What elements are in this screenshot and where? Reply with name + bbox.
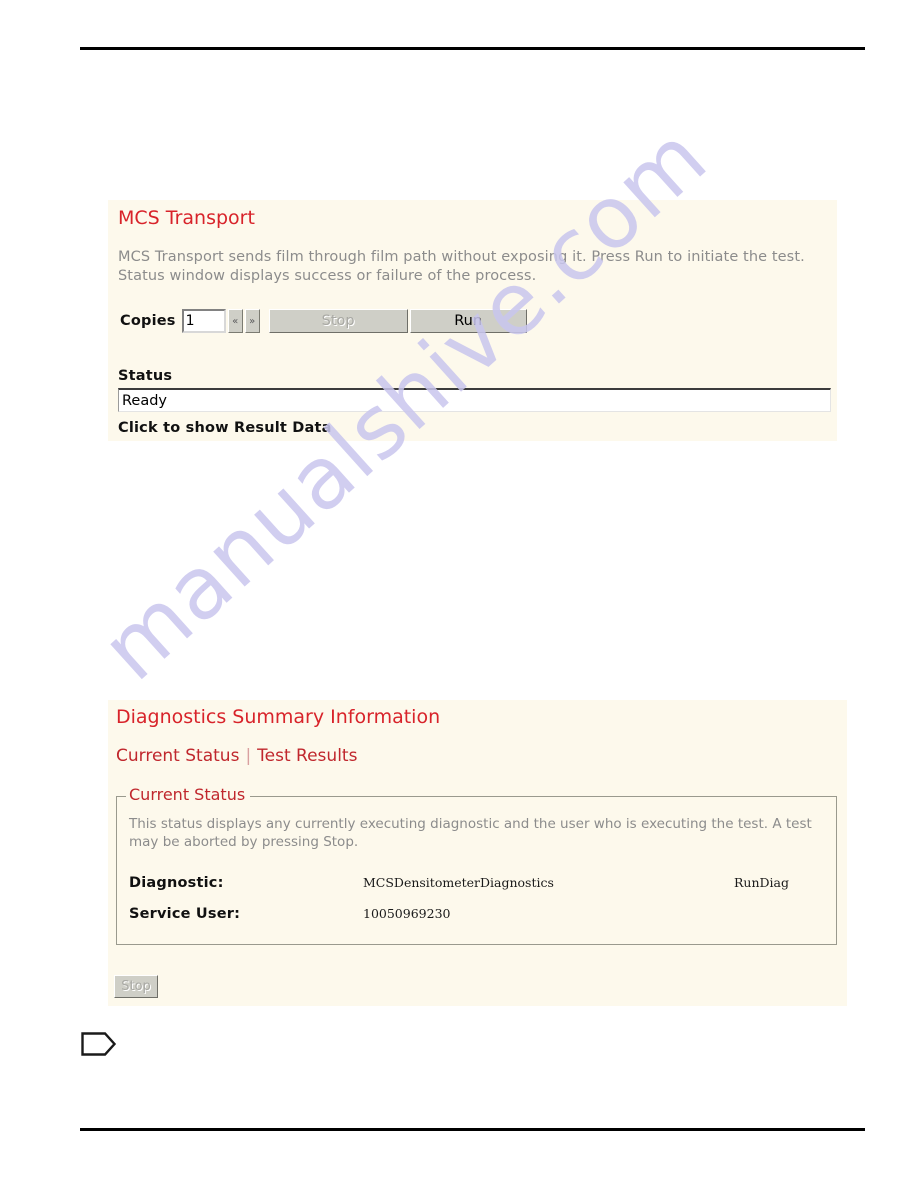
copies-input[interactable] (181, 309, 226, 333)
diagnostic-label: Diagnostic: (129, 875, 224, 891)
service-user-label: Service User: (129, 906, 241, 922)
status-label: Status (118, 368, 173, 384)
note-arrow-icon (81, 1032, 116, 1056)
header-rule (80, 47, 865, 50)
mcs-transport-panel: MCS Transport MCS Transport sends film t… (108, 200, 837, 441)
tab-test-results[interactable]: Test Results (257, 746, 357, 766)
footer-rule (80, 1128, 865, 1131)
mcs-transport-description: MCS Transport sends film through film pa… (118, 249, 805, 284)
service-user-row: Service User: 10050969230 (129, 906, 829, 926)
copies-increment-icon[interactable]: » (244, 309, 260, 333)
mcs-transport-title: MCS Transport (118, 207, 255, 229)
current-status-fieldset: Current Status This status displays any … (116, 785, 837, 945)
tab-current-status[interactable]: Current Status (116, 746, 239, 766)
mcs-controls-row: Copies « » Stop Run (120, 308, 527, 334)
diagnostics-tabs: Current Status | Test Results (116, 746, 357, 766)
current-status-description: This status displays any currently execu… (129, 816, 812, 850)
status-field[interactable] (118, 388, 831, 412)
diagnostic-row: Diagnostic: MCSDensitometerDiagnostics R… (129, 875, 829, 895)
copies-label: Copies (120, 313, 176, 329)
run-button[interactable]: Run (409, 309, 527, 333)
service-user-value: 10050969230 (363, 906, 451, 921)
diagnostic-run-state: RunDiag (734, 875, 789, 890)
diagnostic-value: MCSDensitometerDiagnostics (363, 875, 554, 890)
stop-button[interactable]: Stop (268, 309, 408, 333)
diagnostics-summary-title: Diagnostics Summary Information (116, 706, 441, 728)
show-result-data-link[interactable]: Click to show Result Data (118, 420, 332, 436)
diagnostics-stop-button[interactable]: Stop (114, 975, 158, 998)
tab-separator: | (245, 746, 252, 766)
current-status-legend: Current Status (126, 785, 251, 804)
copies-decrement-icon[interactable]: « (227, 309, 243, 333)
diagnostics-summary-panel: Diagnostics Summary Information Current … (108, 700, 847, 1006)
